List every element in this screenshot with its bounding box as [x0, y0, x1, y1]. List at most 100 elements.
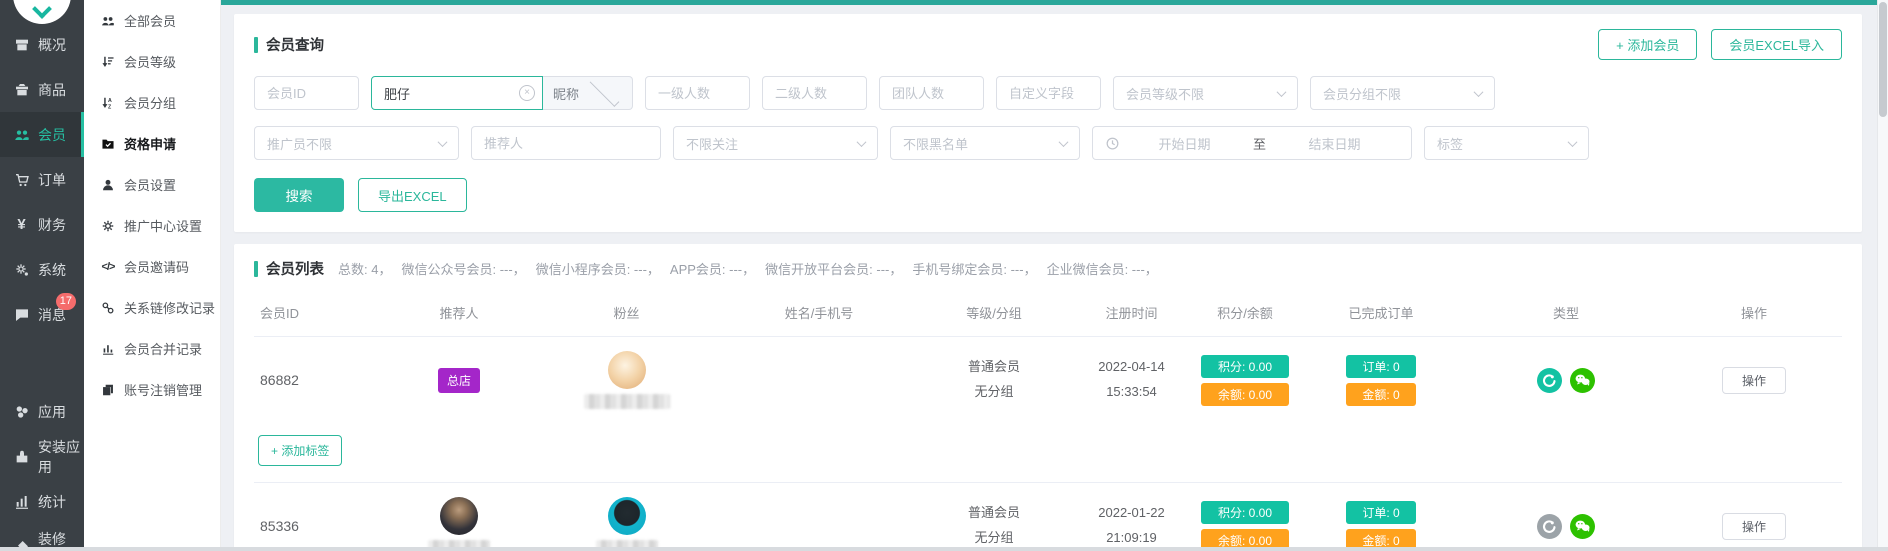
- fan-avatar[interactable]: [608, 497, 646, 535]
- admin-page: 概况 商品 会员 订单 ¥ 财务 系统 消息 17 应用: [0, 0, 1888, 551]
- submenu-item-relation-log[interactable]: 关系链修改记录: [84, 287, 220, 328]
- row-action-button[interactable]: 操作: [1722, 367, 1786, 394]
- submenu-item-invite-code[interactable]: </> 会员邀请码: [84, 246, 220, 287]
- col-type: 类型: [1466, 303, 1666, 322]
- promoter-select[interactable]: 推广员不限: [254, 126, 459, 160]
- member-group-icon: AZ: [100, 95, 116, 111]
- chevron-down-icon: [857, 137, 867, 147]
- col-reg-time: 注册时间: [1069, 303, 1194, 322]
- submenu-item-member-group[interactable]: AZ 会员分组: [84, 82, 220, 123]
- blacklist-select[interactable]: 不限黑名单: [890, 126, 1080, 160]
- submenu-label: 关系链修改记录: [124, 298, 215, 317]
- sidebar-item-overview[interactable]: 概况: [0, 22, 84, 67]
- install-apps-icon: [13, 448, 30, 465]
- overview-icon: [13, 36, 30, 53]
- amount-badge: 金额: 0: [1346, 383, 1416, 406]
- sidebar-item-goods[interactable]: 商品: [0, 67, 84, 112]
- member-group-select[interactable]: 会员分组不限: [1310, 76, 1495, 110]
- add-tag-button[interactable]: + 添加标签: [258, 435, 342, 466]
- grade-select-value: 会员等级不限: [1126, 84, 1278, 103]
- scrollbar-thumb[interactable]: [1879, 2, 1887, 117]
- promo-center-icon: [100, 218, 116, 234]
- table-header-row: 会员ID 推荐人 粉丝 姓名/手机号 等级/分组 注册时间 积分/余额 已完成订…: [254, 303, 1842, 337]
- sidebar-item-system[interactable]: 系统: [0, 247, 84, 292]
- reg-time: 15:33:54: [1098, 380, 1165, 405]
- nickname-input[interactable]: [371, 76, 543, 110]
- primary-sidebar: 概况 商品 会员 订单 ¥ 财务 系统 消息 17 应用: [0, 0, 84, 551]
- submenu-label: 会员合并记录: [124, 339, 202, 358]
- member-grade-select[interactable]: 会员等级不限: [1113, 76, 1298, 110]
- fan-avatar[interactable]: [608, 351, 646, 389]
- submenu-item-member-level[interactable]: 会员等级: [84, 41, 220, 82]
- member-group: 无分组: [968, 380, 1020, 405]
- table-row: 86882 总店 普通会员无分组 2022-04-1415:33:54 积分: …: [254, 337, 1842, 423]
- col-fans: 粉丝: [534, 303, 719, 322]
- sidebar-item-install-apps[interactable]: 安装应用: [0, 434, 84, 479]
- chevron-down-icon: [1474, 87, 1484, 97]
- nickname-field-value: 昵称: [553, 84, 587, 103]
- scrollbar[interactable]: [1877, 0, 1888, 551]
- chevron-down-icon: [1277, 87, 1287, 97]
- submenu-label: 资格申请: [124, 134, 176, 153]
- tag-select[interactable]: 标签: [1424, 126, 1589, 160]
- level2-count-input[interactable]: [762, 76, 867, 110]
- referrer-input[interactable]: [471, 126, 661, 160]
- col-referrer: 推荐人: [384, 303, 534, 322]
- qualification-icon: [100, 136, 116, 152]
- referrer-badge: 总店: [438, 368, 480, 393]
- finance-icon: ¥: [13, 216, 30, 233]
- export-excel-button[interactable]: 导出EXCEL: [358, 178, 467, 212]
- nickname-search-group: × 昵称: [371, 76, 633, 110]
- orders-badge: 订单: 0: [1346, 355, 1416, 378]
- svg-text:A: A: [108, 97, 112, 103]
- app-logo[interactable]: [13, 0, 71, 24]
- search-button[interactable]: 搜索: [254, 178, 344, 212]
- excel-import-button[interactable]: 会员EXCEL导入: [1711, 29, 1842, 60]
- referrer-avatar[interactable]: [440, 497, 478, 535]
- submenu-label: 会员分组: [124, 93, 176, 112]
- member-level: 普通会员: [968, 355, 1020, 380]
- follow-select-value: 不限关注: [686, 134, 858, 153]
- sidebar-item-apps[interactable]: 应用: [0, 389, 84, 434]
- wechat-icon[interactable]: [1570, 514, 1595, 539]
- sidebar-item-finance[interactable]: ¥ 财务: [0, 202, 84, 247]
- nickname-field-select[interactable]: 昵称: [543, 76, 633, 110]
- follow-status-select[interactable]: 不限关注: [673, 126, 878, 160]
- date-separator: 至: [1249, 134, 1270, 153]
- sidebar-item-messages[interactable]: 消息 17: [0, 292, 84, 337]
- goods-icon: [13, 81, 30, 98]
- level1-count-input[interactable]: [645, 76, 750, 110]
- row-action-button[interactable]: 操作: [1722, 513, 1786, 540]
- submenu-item-promo-center[interactable]: 推广中心设置: [84, 205, 220, 246]
- stats-icon: [13, 493, 30, 510]
- message-count-badge: 17: [56, 293, 76, 310]
- col-completed-orders: 已完成订单: [1296, 303, 1466, 322]
- sidebar-label: 财务: [38, 215, 66, 235]
- chevron-down-icon: [1059, 137, 1069, 147]
- member-id-input[interactable]: [254, 76, 359, 110]
- official-account-icon[interactable]: [1537, 368, 1562, 393]
- submenu-item-all-members[interactable]: 全部会员: [84, 0, 220, 41]
- blurred-fan-name: [584, 394, 670, 409]
- submenu-item-account-cancel[interactable]: 账号注销管理: [84, 369, 220, 410]
- clear-input-icon[interactable]: ×: [519, 85, 535, 101]
- sidebar-item-members[interactable]: 会员: [0, 112, 84, 157]
- relation-log-icon: [100, 300, 116, 316]
- query-card-title-text: 会员查询: [266, 34, 324, 55]
- all-members-icon: [100, 13, 116, 29]
- sidebar-item-stats[interactable]: 统计: [0, 479, 84, 524]
- wechat-icon[interactable]: [1570, 368, 1595, 393]
- filter-row-2: 推广员不限 不限关注 不限黑名单 开始日期 至 结束日期: [254, 126, 1842, 160]
- team-count-input[interactable]: [879, 76, 984, 110]
- sidebar-label: 商品: [38, 80, 66, 100]
- submenu-item-qualification[interactable]: 资格申请: [84, 123, 220, 164]
- sidebar-item-orders[interactable]: 订单: [0, 157, 84, 202]
- custom-field-input[interactable]: [996, 76, 1101, 110]
- official-account-icon-inactive[interactable]: [1537, 514, 1562, 539]
- sidebar-label: 订单: [38, 170, 66, 190]
- submenu-item-merge-record[interactable]: 会员合并记录: [84, 328, 220, 369]
- add-member-button[interactable]: + 添加会员: [1598, 29, 1697, 60]
- submenu-item-member-settings[interactable]: 会员设置: [84, 164, 220, 205]
- date-range-picker[interactable]: 开始日期 至 结束日期: [1092, 126, 1412, 160]
- sidebar-label: 应用: [38, 402, 66, 422]
